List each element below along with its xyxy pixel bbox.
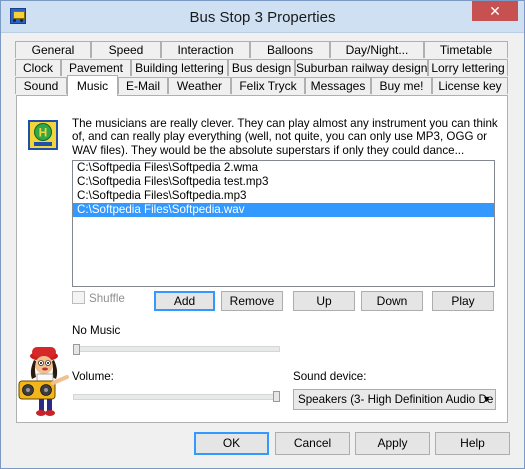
music-description: The musicians are really clever. They ca… bbox=[72, 117, 498, 157]
list-item[interactable]: C:\Softpedia Files\Softpedia 2.wma bbox=[73, 161, 494, 175]
tab-music[interactable]: Music bbox=[67, 75, 118, 96]
no-music-slider-track[interactable] bbox=[73, 346, 280, 352]
tab-license-key[interactable]: License key bbox=[432, 77, 508, 94]
list-item-selected[interactable]: C:\Softpedia Files\Softpedia.wav bbox=[73, 203, 494, 217]
tab-suburban-railway-design[interactable]: Suburban railway design bbox=[295, 59, 428, 76]
chevron-down-icon: ▼ bbox=[482, 394, 491, 404]
tab-buy-me[interactable]: Buy me! bbox=[371, 77, 432, 94]
tab-sound[interactable]: Sound bbox=[15, 77, 67, 94]
shuffle-checkbox[interactable] bbox=[72, 291, 85, 304]
tab-messages[interactable]: Messages bbox=[305, 77, 371, 94]
tab-felix-tryck[interactable]: Felix Tryck bbox=[231, 77, 305, 94]
volume-label: Volume: bbox=[72, 370, 114, 383]
shuffle-label: Shuffle bbox=[89, 292, 125, 305]
no-music-slider-thumb[interactable] bbox=[73, 344, 80, 355]
tab-interaction[interactable]: Interaction bbox=[161, 41, 250, 58]
bus-stop-sign-icon: H bbox=[28, 120, 58, 150]
tab-clock[interactable]: Clock bbox=[15, 59, 61, 76]
tab-speed[interactable]: Speed bbox=[91, 41, 161, 58]
apply-button[interactable]: Apply bbox=[355, 432, 430, 455]
tab-pavement[interactable]: Pavement bbox=[61, 59, 131, 76]
up-button[interactable]: Up bbox=[293, 291, 355, 311]
cancel-button[interactable]: Cancel bbox=[275, 432, 350, 455]
svg-text:H: H bbox=[39, 126, 48, 140]
shuffle-checkbox-row[interactable]: Shuffle bbox=[72, 291, 125, 305]
remove-button[interactable]: Remove bbox=[221, 291, 283, 311]
tab-general[interactable]: General bbox=[15, 41, 91, 58]
list-item[interactable]: C:\Softpedia Files\Softpedia test.mp3 bbox=[73, 175, 494, 189]
tab-balloons[interactable]: Balloons bbox=[250, 41, 330, 58]
tab-day-night[interactable]: Day/Night... bbox=[330, 41, 424, 58]
sound-device-select[interactable]: Speakers (3- High Definition Audio De ▼ bbox=[293, 389, 496, 410]
tab-lorry-lettering[interactable]: Lorry lettering bbox=[428, 59, 508, 76]
music-file-list[interactable]: C:\Softpedia Files\Softpedia 2.wma C:\So… bbox=[72, 160, 495, 287]
musician-mascot-icon bbox=[18, 347, 69, 416]
play-button[interactable]: Play bbox=[432, 291, 494, 311]
tab-bus-design[interactable]: Bus design bbox=[228, 59, 295, 76]
help-button[interactable]: Help bbox=[435, 432, 510, 455]
close-icon: ✕ bbox=[489, 3, 501, 19]
list-item[interactable]: C:\Softpedia Files\Softpedia.mp3 bbox=[73, 189, 494, 203]
sound-device-value: Speakers (3- High Definition Audio De bbox=[298, 393, 494, 406]
sound-device-label: Sound device: bbox=[293, 370, 367, 383]
ok-button[interactable]: OK bbox=[194, 432, 269, 455]
tab-email[interactable]: E-Mail bbox=[118, 77, 168, 94]
add-button[interactable]: Add bbox=[154, 291, 215, 311]
close-button[interactable]: ✕ bbox=[472, 1, 518, 21]
window-title: Bus Stop 3 Properties bbox=[189, 9, 336, 26]
tab-weather[interactable]: Weather bbox=[168, 77, 231, 94]
volume-slider-thumb[interactable] bbox=[273, 391, 280, 402]
tab-timetable[interactable]: Timetable bbox=[424, 41, 508, 58]
title-bar[interactable]: Bus Stop 3 Properties ✕ bbox=[1, 1, 524, 33]
no-music-label: No Music bbox=[72, 324, 121, 337]
tab-building-lettering[interactable]: Building lettering bbox=[131, 59, 228, 76]
volume-slider-track[interactable] bbox=[73, 394, 280, 400]
down-button[interactable]: Down bbox=[361, 291, 423, 311]
